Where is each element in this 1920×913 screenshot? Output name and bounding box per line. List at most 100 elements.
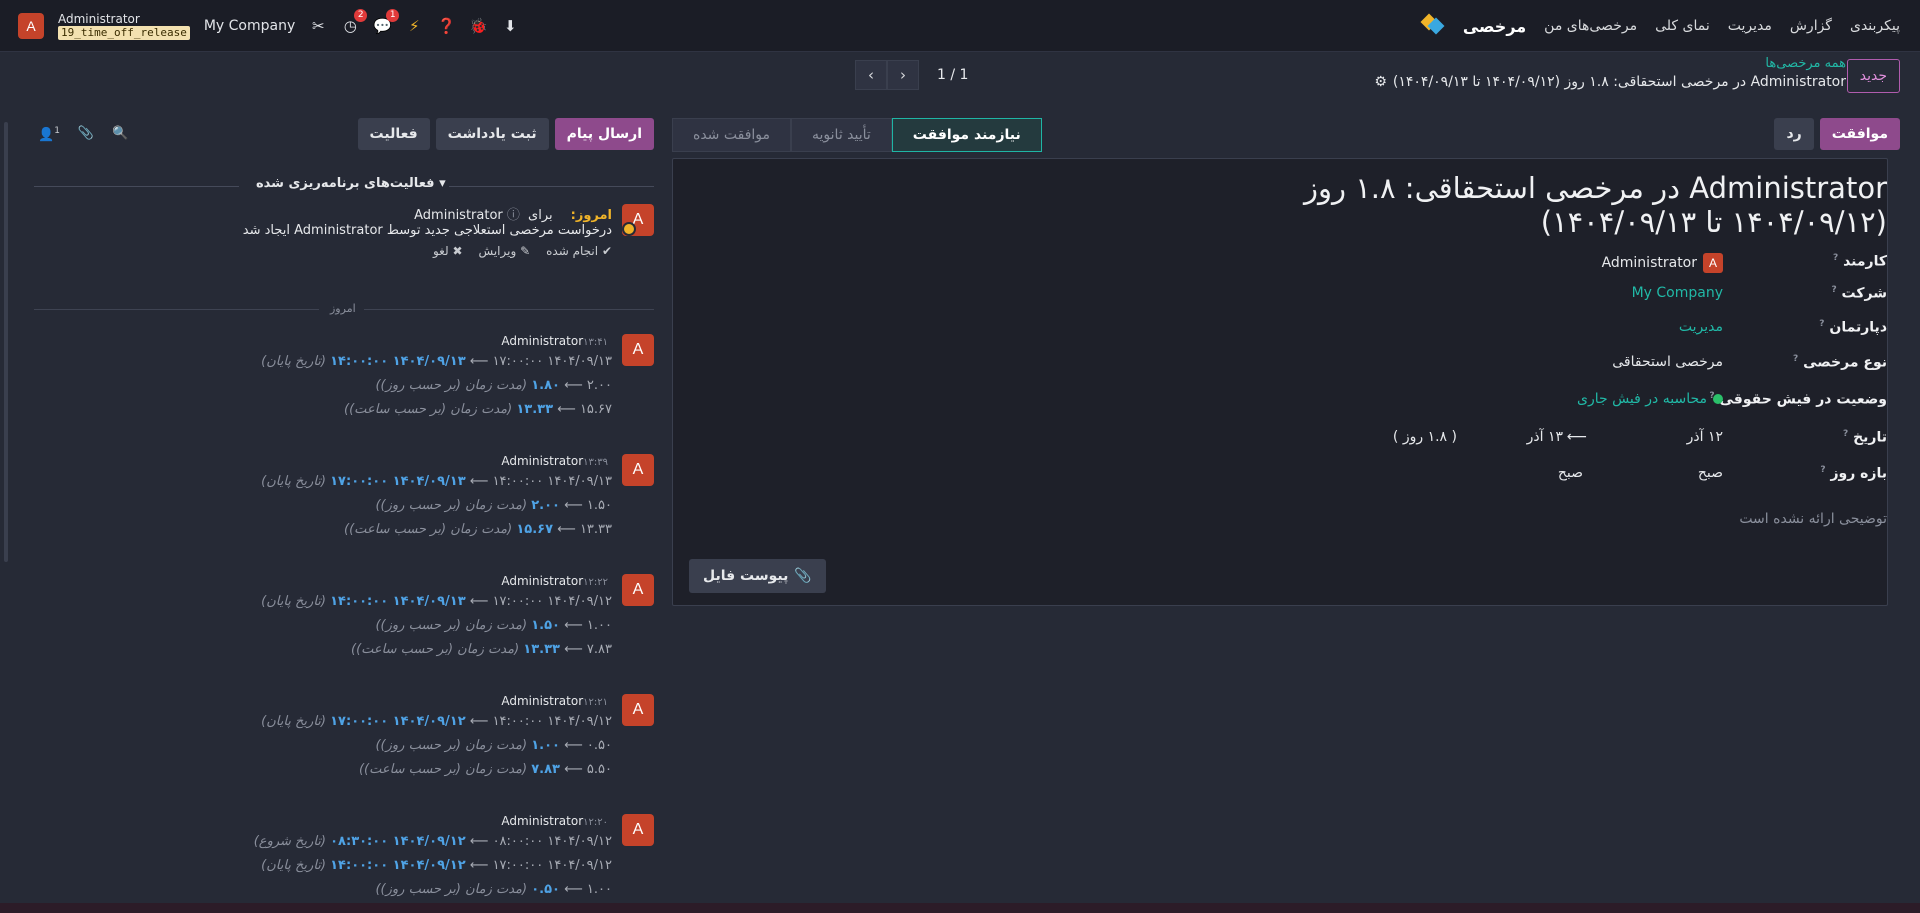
app-logo-icon[interactable] bbox=[1420, 13, 1445, 38]
day-from-field[interactable]: صبح bbox=[1698, 465, 1723, 481]
employee-field[interactable]: A Administrator bbox=[1602, 253, 1723, 273]
approve-button[interactable]: موافقت bbox=[1819, 118, 1900, 150]
leave-type-field[interactable]: مرخصی استحقاقی bbox=[1612, 354, 1723, 370]
company-label: شرکت ? bbox=[1831, 285, 1887, 302]
info-icon[interactable]: ⓘ bbox=[507, 208, 520, 223]
changed-field: (مدت زمان (بر حسب ساعت)) bbox=[358, 762, 528, 777]
new-button[interactable]: جدید bbox=[1846, 59, 1900, 93]
message-author-avatar[interactable]: A bbox=[622, 694, 654, 726]
menu-my-timeoff[interactable]: مرخصی‌های من bbox=[1544, 18, 1637, 34]
old-value: ۱.۵۰ bbox=[586, 498, 612, 513]
pager-previous-button[interactable]: ‹ bbox=[855, 60, 887, 90]
date-label-text: تاریخ bbox=[1853, 429, 1887, 446]
refuse-button[interactable]: رد bbox=[1774, 118, 1814, 150]
send-message-button[interactable]: ارسال پیام bbox=[554, 118, 654, 150]
app-name[interactable]: مرخصی bbox=[1463, 17, 1526, 36]
date-from-field[interactable]: ۱۲ آذر bbox=[1687, 429, 1723, 445]
user-avatar[interactable]: A bbox=[18, 13, 44, 39]
arrow-left-icon: ⟵ bbox=[469, 474, 489, 489]
cancel-activity-button[interactable]: ✖ لغو bbox=[433, 244, 463, 258]
bug-icon[interactable]: 🐞 bbox=[469, 17, 488, 35]
check-icon: ✔ bbox=[601, 244, 612, 258]
menu-management[interactable]: مدیریت bbox=[1728, 18, 1772, 34]
menu-overview[interactable]: نمای کلی bbox=[1655, 18, 1710, 34]
debug-tools-icon[interactable]: ✂ bbox=[309, 17, 327, 35]
chatter-scrollbar[interactable] bbox=[4, 122, 8, 562]
message-header: Administrator۱۲:۲۲ bbox=[501, 574, 612, 588]
menu-reporting[interactable]: گزارش bbox=[1790, 18, 1832, 34]
new-value: ۱۴۰۴/۰۹/۱۲ ۱۷:۰۰:۰۰ bbox=[330, 714, 466, 729]
activity-due-today: امروز: bbox=[570, 208, 612, 223]
changed-field: (مدت زمان (بر حسب روز)) bbox=[375, 378, 528, 393]
ai-icon[interactable]: ⚡ bbox=[405, 17, 423, 35]
log-note-button[interactable]: ثبت یادداشت bbox=[435, 118, 549, 150]
message-author[interactable]: Administrator bbox=[501, 694, 583, 708]
payslip-state-field[interactable]: محاسبه در فیش جاری bbox=[1577, 391, 1723, 407]
activity-button[interactable]: فعالیت bbox=[357, 118, 430, 150]
followers-button[interactable]: 👤1 bbox=[38, 126, 60, 142]
form-sheet: Administrator در مرخصی استحقاقی: ۱.۸ روز… bbox=[672, 158, 1888, 606]
search-icon[interactable]: 🔍 bbox=[112, 126, 128, 142]
new-value: ۱۴۰۴/۰۹/۱۲ ۱۴:۰۰:۰۰ bbox=[330, 858, 466, 873]
arrow-left-icon: ⟵ bbox=[469, 834, 489, 849]
message-author[interactable]: Administrator bbox=[501, 334, 583, 348]
old-value: ۵.۵۰ bbox=[586, 762, 612, 777]
old-value: ۱۴۰۴/۰۹/۱۲ ۰۸:۰۰:۰۰ bbox=[492, 834, 612, 849]
department-field[interactable]: مدیریت bbox=[1679, 319, 1723, 335]
attach-file-button[interactable]: 📎 پیوست فایل bbox=[689, 559, 826, 593]
old-value: ۰.۵۰ bbox=[586, 738, 612, 753]
edit-activity-button[interactable]: ✎ ویرایش bbox=[479, 244, 531, 258]
divider bbox=[34, 186, 239, 187]
changed-field: (مدت زمان (بر حسب ساعت)) bbox=[344, 402, 513, 417]
new-value: ۷.۸۳ bbox=[531, 762, 560, 777]
message-item: A Administrator۱۳:۳۹ ۱۴۰۴/۰۹/۱۳ ۱۴:۰۰:۰۰ ⟵… bbox=[34, 454, 654, 546]
stage-approved[interactable]: موافقت شده bbox=[672, 118, 792, 152]
message-author-avatar[interactable]: A bbox=[622, 454, 654, 486]
message-author[interactable]: Administrator bbox=[501, 814, 583, 828]
menu-configuration[interactable]: پیکربندی bbox=[1850, 18, 1900, 34]
chat-icon[interactable]: 💬 1 bbox=[373, 9, 400, 35]
gear-icon[interactable]: ⚙ bbox=[1374, 74, 1387, 90]
arrow-left-icon: ⟵ bbox=[564, 618, 583, 633]
company-label-text: شرکت bbox=[1841, 285, 1887, 302]
changed-field: (تاریخ پایان) bbox=[261, 474, 326, 489]
tracking-change: ۱۳.۳۳ ⟵ ۱۵.۶۷ (مدت زمان (بر حسب ساعت)) bbox=[344, 522, 612, 537]
pencil-icon: ✎ bbox=[520, 244, 531, 258]
mark-done-button[interactable]: ✔ انجام شده bbox=[546, 244, 612, 258]
pager-next-button[interactable]: › bbox=[887, 60, 919, 90]
activity-clock-icon[interactable]: ◷ 2 bbox=[341, 9, 368, 35]
duration-value: ( ۱.۸ روز ) bbox=[1392, 429, 1457, 445]
message-author-avatar[interactable]: A bbox=[622, 574, 654, 606]
activity-item: A امروز:برای Administrator ⓘ درخواست مرخ… bbox=[34, 204, 654, 274]
download-icon[interactable]: ⬇ bbox=[501, 17, 519, 35]
changed-field: (مدت زمان (بر حسب روز)) bbox=[375, 738, 528, 753]
company-switcher[interactable]: My Company bbox=[204, 18, 295, 34]
message-header: Administrator۱۲:۲۰ bbox=[501, 814, 612, 828]
old-value: ۱۴۰۴/۰۹/۱۳ ۱۷:۰۰:۰۰ bbox=[492, 354, 612, 369]
company-field[interactable]: My Company bbox=[1632, 285, 1723, 301]
old-value: ۲.۰۰ bbox=[586, 378, 612, 393]
message-time: ۱۳:۴۱ bbox=[583, 337, 608, 348]
help-icon[interactable]: ❓ bbox=[437, 17, 456, 35]
tracking-change: ۱۴۰۴/۰۹/۱۲ ۱۴:۰۰:۰۰ ⟵ ۱۴۰۴/۰۹/۱۲ ۱۷:۰۰:۰… bbox=[261, 714, 612, 729]
message-author-avatar[interactable]: A bbox=[622, 334, 654, 366]
scheduled-activities-header[interactable]: ▾ فعالیت‌های برنامه‌ریزی شده bbox=[34, 176, 654, 196]
stage-second-approval[interactable]: تأیید ثانویه bbox=[791, 118, 892, 152]
message-author[interactable]: Administrator bbox=[501, 574, 583, 588]
pager-value[interactable]: 1 / 1 bbox=[937, 67, 968, 83]
tracking-change: ۱.۵۰ ⟵ ۲.۰۰ (مدت زمان (بر حسب روز)) bbox=[375, 498, 612, 513]
date-to-field[interactable]: ۱۳ آذر bbox=[1527, 429, 1563, 445]
changed-field: (مدت زمان (بر حسب ساعت)) bbox=[351, 642, 520, 657]
description-field[interactable]: توضیحی ارائه نشده است bbox=[1739, 511, 1887, 527]
day-to-field[interactable]: صبح bbox=[1558, 465, 1583, 481]
breadcrumb-parent[interactable]: همه مرخصی‌ها bbox=[1374, 56, 1846, 71]
message-author[interactable]: Administrator bbox=[501, 454, 583, 468]
stage-to-approve[interactable]: نیازمند موافقت bbox=[891, 118, 1042, 152]
scheduled-activities-title: ▾ فعالیت‌های برنامه‌ریزی شده bbox=[256, 176, 446, 191]
new-value: ۱۴۰۴/۰۹/۱۳ ۱۴:۰۰:۰۰ bbox=[330, 594, 466, 609]
top-navbar: مرخصی مرخصی‌های من نمای کلی مدیریت گزارش… bbox=[0, 0, 1920, 52]
attachment-icon[interactable]: 📎 bbox=[78, 126, 94, 142]
arrow-left-icon: ⟵ bbox=[564, 738, 583, 753]
user-menu[interactable]: Administrator 19_time_off_release bbox=[58, 12, 190, 40]
message-author-avatar[interactable]: A bbox=[622, 814, 654, 846]
